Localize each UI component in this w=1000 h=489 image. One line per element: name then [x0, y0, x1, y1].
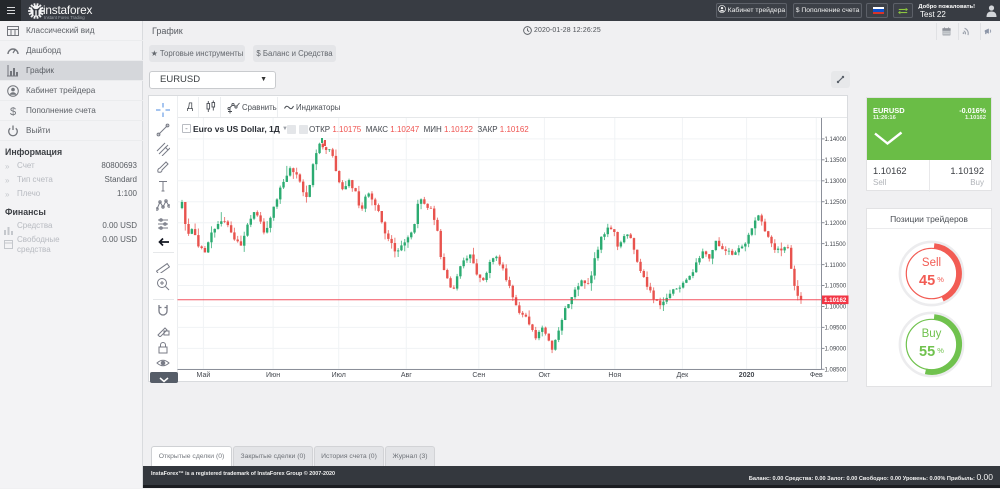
- svg-text:Авг: Авг: [401, 372, 412, 379]
- svg-text:1.09000: 1.09000: [825, 347, 847, 353]
- svg-text:Ноя: Ноя: [608, 372, 621, 379]
- svg-text:Окт: Окт: [539, 372, 552, 379]
- svg-text:Июн: Июн: [266, 372, 280, 379]
- svg-text:1.12500: 1.12500: [825, 200, 847, 206]
- svg-text:Дек: Дек: [677, 372, 690, 379]
- svg-text:Фев: Фев: [810, 372, 823, 379]
- svg-text:Сен: Сен: [472, 372, 485, 379]
- svg-text:1.09500: 1.09500: [825, 326, 847, 332]
- svg-text:1.10162: 1.10162: [824, 297, 847, 304]
- svg-text:1.13500: 1.13500: [825, 158, 847, 164]
- svg-text:2020: 2020: [739, 372, 755, 379]
- svg-text:Июл: Июл: [332, 372, 346, 379]
- svg-text:1.11500: 1.11500: [825, 242, 847, 248]
- svg-text:Май: Май: [197, 371, 211, 379]
- svg-text:1.10000: 1.10000: [825, 305, 847, 311]
- svg-text:1.14000: 1.14000: [825, 137, 847, 143]
- svg-text:1.13000: 1.13000: [825, 179, 847, 185]
- svg-text:1.10500: 1.10500: [825, 284, 847, 290]
- svg-text:1.08500: 1.08500: [825, 368, 847, 374]
- svg-text:$: $: [10, 106, 16, 117]
- svg-text:1.11000: 1.11000: [825, 263, 847, 269]
- svg-text:1.12000: 1.12000: [825, 221, 847, 227]
